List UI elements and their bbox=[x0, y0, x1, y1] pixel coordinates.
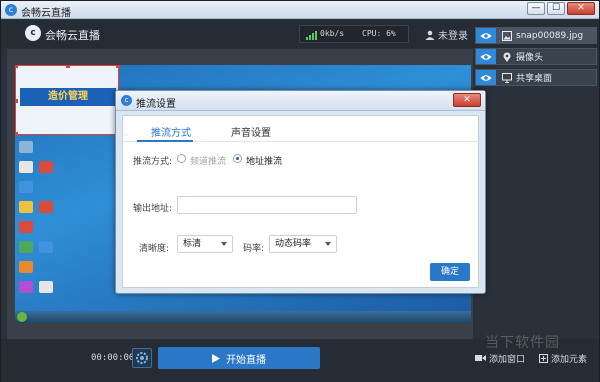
desktop-icon bbox=[39, 241, 53, 253]
resize-handle[interactable] bbox=[15, 65, 18, 68]
brand-name: 会畅云直播 bbox=[45, 29, 100, 42]
resize-handle[interactable] bbox=[15, 99, 18, 103]
confirm-button[interactable]: 确定 bbox=[430, 263, 470, 281]
resize-handle[interactable] bbox=[66, 65, 70, 68]
video-icon bbox=[475, 355, 486, 361]
live-timer: 00:00:00 bbox=[91, 353, 135, 363]
image-icon bbox=[502, 30, 512, 41]
close-button[interactable]: ✕ bbox=[567, 2, 595, 15]
bitrate-value: 动态码率 bbox=[275, 239, 312, 249]
address-push-label: 地址推流 bbox=[246, 157, 283, 167]
user-icon bbox=[425, 30, 435, 40]
bitrate-label: 码率: bbox=[243, 244, 265, 254]
monitor-icon bbox=[502, 72, 512, 83]
output-address-input[interactable] bbox=[177, 196, 357, 214]
eye-icon[interactable] bbox=[476, 70, 496, 85]
eye-icon[interactable] bbox=[476, 28, 496, 43]
source-item-snapshot[interactable]: snap00089.jpg bbox=[475, 27, 597, 44]
upload-speed: 0kb/s bbox=[320, 29, 345, 38]
chevron-down-icon bbox=[325, 242, 331, 246]
dialog-title-bar[interactable]: c 推流设置 ✕ bbox=[116, 91, 485, 111]
app-logo-icon: c bbox=[5, 4, 17, 16]
maximize-button[interactable]: ☐ bbox=[547, 2, 565, 15]
source-item-camera[interactable]: 摄像头 bbox=[475, 48, 597, 65]
signal-bars-icon bbox=[306, 30, 317, 40]
active-tab-indicator bbox=[137, 140, 193, 142]
camera-pin-icon bbox=[503, 52, 511, 62]
login-label: 未登录 bbox=[438, 31, 468, 42]
address-push-radio[interactable] bbox=[233, 154, 242, 163]
desktop-icon bbox=[19, 221, 33, 233]
source-label: 共享桌面 bbox=[516, 74, 553, 84]
chevron-down-icon bbox=[221, 242, 227, 246]
desktop-icon bbox=[19, 181, 33, 193]
settings-button[interactable] bbox=[132, 348, 152, 368]
network-status: 0kb/s CPU: 6% bbox=[299, 25, 409, 43]
add-element-icon bbox=[539, 353, 548, 363]
window-title: 会畅云直播 bbox=[21, 8, 71, 19]
source-label: 摄像头 bbox=[516, 53, 544, 63]
resolution-label: 清晰度: bbox=[139, 244, 170, 254]
resize-handle[interactable] bbox=[15, 132, 18, 136]
channel-push-radio[interactable] bbox=[177, 154, 186, 163]
source-list: snap00089.jpg 摄像头 共享桌面 bbox=[475, 27, 597, 90]
output-address-label: 输出地址: bbox=[133, 204, 173, 214]
title-bar: c 会畅云直播 — ☐ ✕ bbox=[1, 1, 599, 19]
login-link[interactable]: 未登录 bbox=[425, 27, 468, 42]
stream-settings-dialog: c 推流设置 ✕ 推流方式 声音设置 推流方式: 频道推流 地址推流 输出地址:… bbox=[115, 90, 486, 294]
source-item-desktop[interactable]: 共享桌面 bbox=[475, 69, 597, 86]
cpu-usage: CPU: 6% bbox=[362, 29, 396, 38]
tab-stream-mode[interactable]: 推流方式 bbox=[151, 124, 191, 139]
resolution-select[interactable]: 标清 bbox=[177, 235, 233, 253]
desktop-icon bbox=[39, 161, 53, 173]
desktop-icon bbox=[19, 201, 33, 213]
dialog-title: 推流设置 bbox=[136, 99, 176, 110]
stream-mode-label: 推流方式: bbox=[133, 157, 173, 167]
desktop-icon bbox=[19, 241, 33, 253]
watermark-text: 当下软件园 bbox=[485, 335, 560, 351]
add-element-label: 添加元素 bbox=[551, 354, 588, 365]
snapshot-layer[interactable]: 造价管理 bbox=[15, 65, 120, 136]
resolution-value: 标清 bbox=[183, 239, 202, 249]
desktop-icon bbox=[19, 261, 33, 273]
dialog-close-button[interactable]: ✕ bbox=[453, 93, 481, 107]
add-window-label: 添加窗口 bbox=[489, 354, 526, 365]
start-live-label: 开始直播 bbox=[226, 354, 266, 366]
start-orb-icon bbox=[17, 312, 27, 322]
play-icon bbox=[212, 353, 220, 363]
resize-handle[interactable] bbox=[116, 65, 120, 68]
dialog-logo-icon: c bbox=[121, 95, 132, 106]
source-label: snap00089.jpg bbox=[516, 30, 584, 41]
snapshot-title: 造价管理 bbox=[20, 88, 116, 106]
desktop-icon bbox=[39, 201, 53, 213]
bitrate-select[interactable]: 动态码率 bbox=[269, 235, 337, 253]
desktop-icon bbox=[19, 281, 33, 293]
desktop-icon bbox=[19, 161, 33, 173]
desktop-icon bbox=[19, 141, 33, 153]
desktop-icon bbox=[39, 281, 53, 293]
tab-audio-settings[interactable]: 声音设置 bbox=[231, 124, 271, 139]
start-live-button[interactable]: 开始直播 bbox=[158, 347, 320, 369]
gear-icon bbox=[136, 352, 148, 364]
minimize-button[interactable]: — bbox=[527, 2, 545, 15]
dialog-body: 推流方式 声音设置 推流方式: 频道推流 地址推流 输出地址: 清晰度: 标清 … bbox=[122, 115, 479, 288]
brand-logo-icon: c bbox=[25, 25, 41, 41]
app-window: c 会畅云直播 — ☐ ✕ c 会畅云直播 0kb/s CPU: 6% 未登录 … bbox=[0, 0, 600, 382]
channel-push-label: 频道推流 bbox=[190, 157, 227, 167]
taskbar bbox=[15, 311, 471, 323]
dialog-tabs: 推流方式 声音设置 bbox=[123, 116, 478, 142]
eye-icon[interactable] bbox=[476, 49, 496, 64]
